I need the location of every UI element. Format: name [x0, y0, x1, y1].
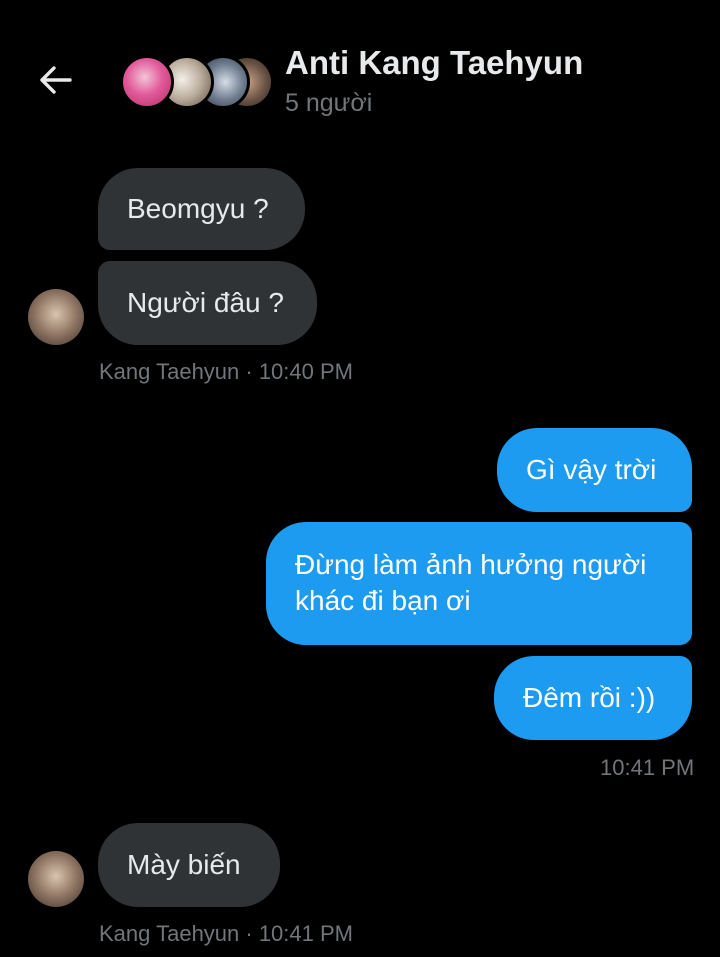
message-text: Beomgyu ?: [127, 193, 269, 224]
back-button[interactable]: [30, 56, 82, 104]
message-bubble-outgoing[interactable]: Gì vậy trời: [497, 428, 692, 512]
message-text-line: khác đi bạn ơi: [295, 585, 471, 616]
message-bubble-outgoing[interactable]: Đêm rồi :)): [494, 656, 692, 740]
message-text-line: Đừng làm ảnh hưởng người: [295, 549, 647, 580]
message-bubble-incoming[interactable]: Beomgyu ?: [98, 168, 305, 250]
message-bubble-outgoing[interactable]: Đừng làm ảnh hưởng người khác đi bạn ơi: [266, 522, 692, 645]
message-bubble-incoming[interactable]: Người đâu ?: [98, 261, 317, 345]
group-avatar-stack[interactable]: [120, 52, 274, 109]
arrow-left-icon: [40, 66, 72, 94]
sender-avatar[interactable]: [28, 851, 84, 907]
message-timestamp: 10:41 PM: [600, 755, 695, 780]
message-text: Gì vậy trời: [526, 454, 657, 485]
message-text: Đêm rồi :)): [523, 682, 656, 713]
group-avatar-1: [120, 55, 174, 109]
member-count: 5 người: [285, 89, 373, 117]
group-title[interactable]: Anti Kang Taehyun: [285, 44, 583, 82]
message-meta: Kang Taehyun · 10:41 PM: [99, 921, 353, 946]
message-bubble-incoming[interactable]: Mày biến: [98, 823, 280, 907]
conversation-header: Anti Kang Taehyun 5 người: [0, 0, 720, 140]
sender-avatar[interactable]: [28, 289, 84, 345]
message-text: Mày biến: [127, 849, 241, 880]
message-text: Người đâu ?: [127, 287, 284, 318]
message-meta: Kang Taehyun · 10:40 PM: [99, 359, 353, 384]
